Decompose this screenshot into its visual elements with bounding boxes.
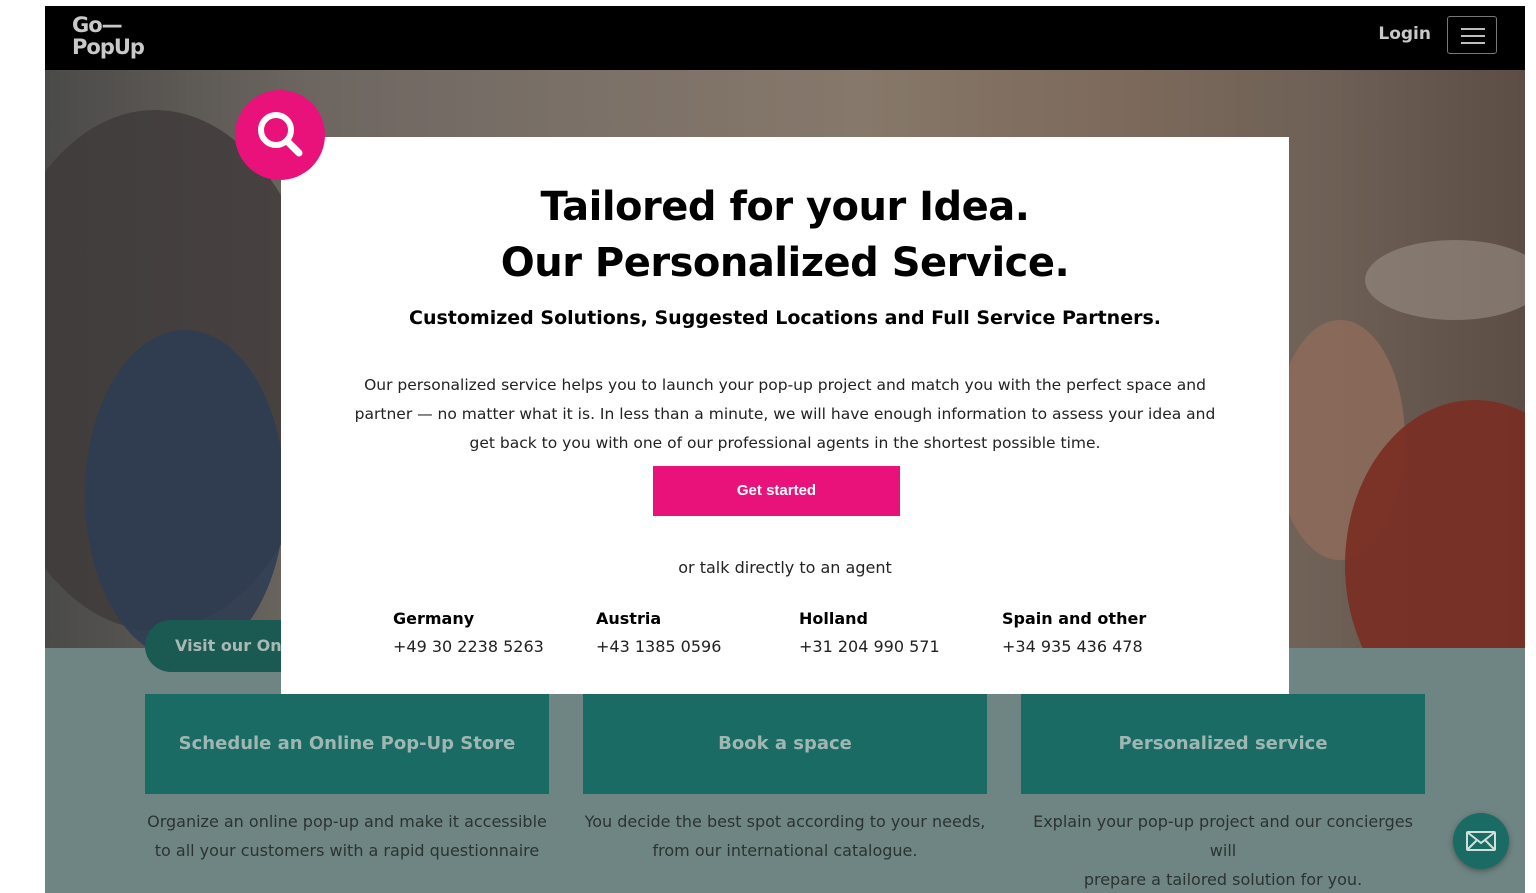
contact-phone[interactable]: +31 204 990 571 [799,637,999,656]
modal-title-line: Tailored for your Idea. [540,184,1031,230]
photo-shape [1365,240,1525,320]
search-icon-graphic [258,112,303,157]
contact-germany: Germany +49 30 2238 5263 [393,609,593,656]
login-link[interactable]: Login [1378,24,1431,44]
personalized-service-modal: Tailored for your Idea. Our Personalized… [281,137,1289,694]
logo-line-1: Go— [72,13,123,37]
tile-desc-line: Organize an online pop-up and make it ac… [147,812,547,831]
tile-book-a-space[interactable]: Book a space [583,694,987,794]
get-started-button[interactable]: Get started [653,466,900,516]
contact-country: Holland [799,609,868,628]
contact-country: Austria [596,609,662,628]
tile-desc-line: prepare a tailored solution for you. [1083,870,1363,889]
hamburger-bar [1461,28,1485,30]
top-navbar: Go— PopUp Login [45,6,1525,70]
tile-description: Explain your pop-up project and our conc… [1021,807,1425,893]
modal-subtitle: Customized Solutions, Suggested Location… [409,307,1161,329]
contact-phone[interactable]: +49 30 2238 5263 [393,637,593,656]
tile-desc-line: You decide the best spot according to yo… [584,812,986,831]
agent-prompt: or talk directly to an agent [678,558,892,577]
contact-country: Germany [393,609,475,628]
tile-personalized-service[interactable]: Personalized service [1021,694,1425,794]
contact-spain-and-other: Spain and other +34 935 436 478 [1002,609,1202,656]
photo-shape [85,330,285,648]
logo-line-2: PopUp [72,35,145,59]
mail-icon[interactable] [1453,813,1509,869]
page: Go— PopUp Login Visit our Onl Schedule a… [45,6,1525,893]
contact-phone[interactable]: +43 1385 0596 [596,637,796,656]
modal-description: Our personalized service helps you to la… [354,376,1216,452]
modal-title: Tailored for your Idea. Our Personalized… [281,179,1289,291]
mail-icon-graphic [1466,831,1496,851]
hamburger-icon[interactable] [1447,16,1497,54]
tile-description: Organize an online pop-up and make it ac… [145,807,549,865]
hamburger-bar [1461,35,1485,37]
tile-desc-line: Explain your pop-up project and our conc… [1033,812,1413,860]
hamburger-bar [1461,42,1485,44]
tile-desc-line: to all your customers with a rapid quest… [154,841,540,860]
contact-country: Spain and other [1002,609,1147,628]
tile-schedule-online-store[interactable]: Schedule an Online Pop-Up Store [145,694,549,794]
contact-phone[interactable]: +34 935 436 478 [1002,637,1202,656]
site-logo[interactable]: Go— PopUp [72,13,145,59]
contact-holland: Holland +31 204 990 571 [799,609,999,656]
tile-desc-line: from our international catalogue. [652,841,918,860]
search-icon [235,90,325,180]
contact-austria: Austria +43 1385 0596 [596,609,796,656]
tile-description: You decide the best spot according to yo… [583,807,987,865]
modal-title-line: Our Personalized Service. [500,240,1070,286]
